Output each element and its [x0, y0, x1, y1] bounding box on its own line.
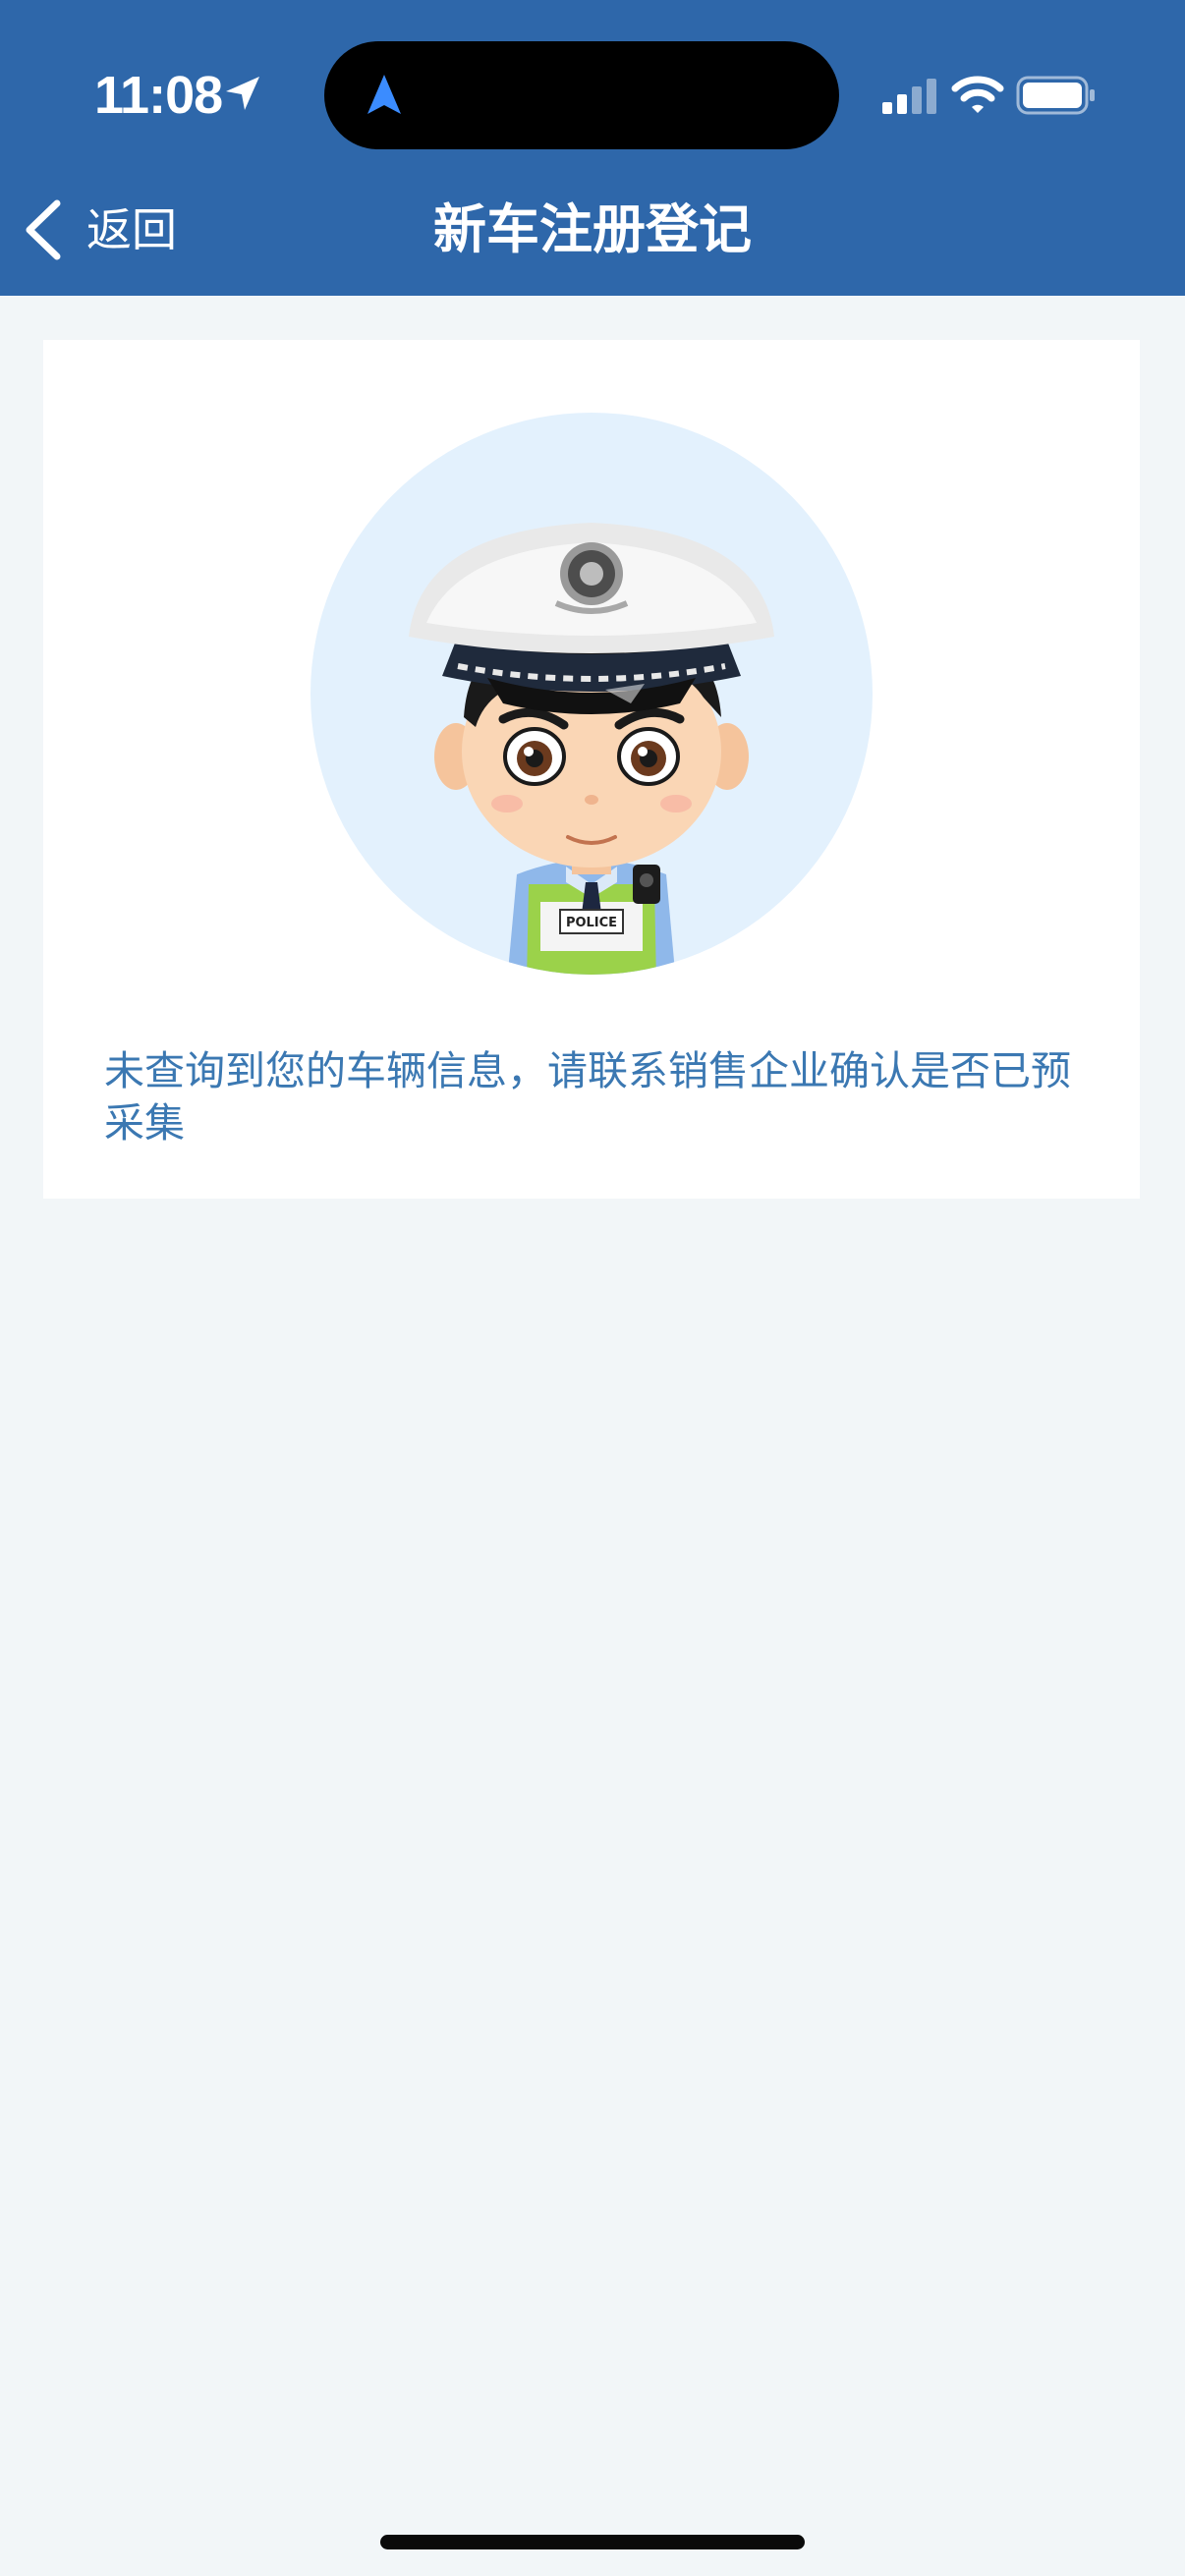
police-badge-text: POLICE	[566, 916, 617, 930]
battery-icon	[1016, 76, 1095, 115]
no-vehicle-info-message: 未查询到您的车辆信息，请联系销售企业确认是否已预采集	[104, 1047, 1071, 1147]
location-arrow-icon	[226, 77, 259, 110]
result-card: POLICE 未查询到您的车辆信息，请联系销售企业确认是否已预采集	[43, 340, 1140, 1199]
cellular-signal-icon	[882, 79, 936, 114]
police-officer-avatar: POLICE	[310, 413, 873, 975]
page-title: 新车注册登记	[433, 198, 752, 260]
navigation-arrow-icon	[367, 75, 401, 114]
dynamic-island	[324, 41, 839, 149]
home-indicator	[380, 2535, 805, 2549]
navigation-header: 11:08 返回 新车注册登记	[0, 0, 1185, 296]
wifi-icon	[951, 76, 1004, 113]
status-time: 11:08	[94, 66, 223, 125]
